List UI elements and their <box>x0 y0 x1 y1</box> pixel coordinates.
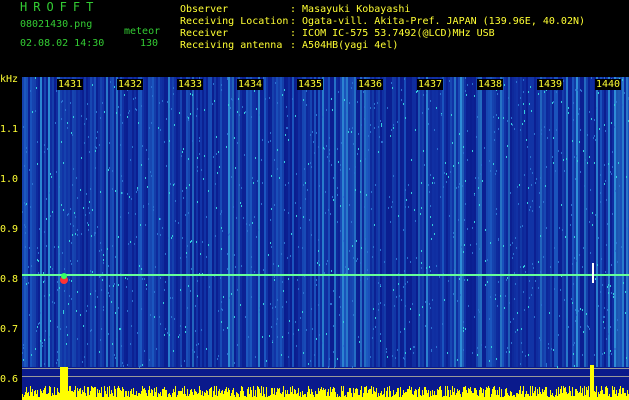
minute-label: 1435 <box>297 79 324 90</box>
echo-count: 130 <box>140 38 159 49</box>
spectrogram-waterfall <box>22 77 629 400</box>
timestamp: 02.08.02 14:30 <box>20 38 105 49</box>
antenna-label: Receiving antenna <box>180 40 283 51</box>
minute-label: 1434 <box>237 79 264 90</box>
file-name: 08021430.png <box>20 19 93 30</box>
location-label: Receiving Location <box>180 16 289 27</box>
minute-label: 1440 <box>595 79 622 90</box>
minute-label: 1432 <box>117 79 144 90</box>
ytick-label: 0.7 <box>0 324 19 335</box>
app-brand-title: HROFFT <box>20 0 100 14</box>
minute-label: 1436 <box>357 79 384 90</box>
minute-label: 1438 <box>477 79 504 90</box>
frequency-axis: kHz 1.1 1.0 0.9 0.8 0.7 0.6 <box>0 70 22 400</box>
antenna-value: : A504HB(yagi 4el) <box>290 40 399 51</box>
minute-label: 1433 <box>177 79 204 90</box>
ytick-label: 0.6 <box>0 374 19 385</box>
mode-label: meteor <box>124 26 161 37</box>
minute-label: 1437 <box>417 79 444 90</box>
minute-label: 1439 <box>537 79 564 90</box>
observer-value: : Masayuki Kobayashi <box>290 4 411 15</box>
axis-unit-label: kHz <box>0 74 19 85</box>
location-value: : Ogata-vill. Akita-Pref. JAPAN (139.96E… <box>290 16 586 27</box>
receiver-label: Receiver <box>180 28 229 39</box>
receiver-value: : ICOM IC-575 53.7492(@LCD)MHz USB <box>290 28 495 39</box>
minute-label: 1431 <box>57 79 84 90</box>
ytick-label: 0.8 <box>0 274 19 285</box>
ytick-label: 1.1 <box>0 124 19 135</box>
ytick-label: 0.9 <box>0 224 19 235</box>
observer-label: Observer <box>180 4 229 15</box>
ytick-label: 1.0 <box>0 174 19 185</box>
